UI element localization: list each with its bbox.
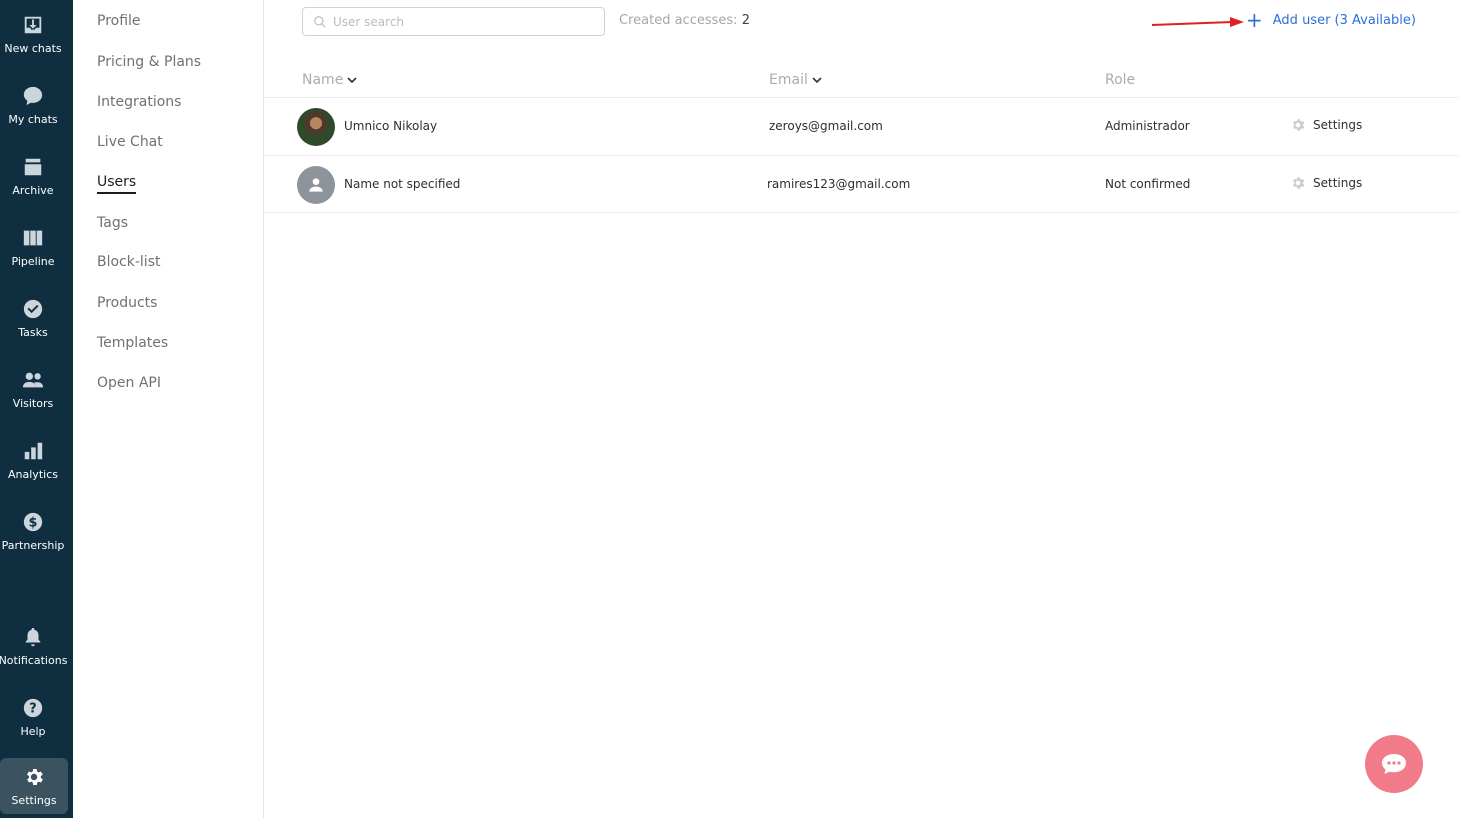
user-email: zeroys@gmail.com [769,119,883,133]
people-icon [22,369,44,391]
nav-item-integrations[interactable]: Integrations [97,94,181,110]
settings-label: Settings [1313,176,1363,190]
pipeline-columns-icon [22,227,44,249]
bar-chart-icon [22,440,44,462]
column-header-email[interactable]: Email [769,72,822,88]
table-row: Umnico Nikolay zeroys@gmail.com Administ… [264,97,1459,155]
column-header-role: Role [1105,72,1135,88]
rail-label: Partnership [1,539,65,552]
user-role: Administrador [1105,119,1190,133]
rail-item-settings[interactable]: Settings [0,758,68,814]
search-icon [314,15,326,28]
user-settings-button[interactable]: Settings [1290,175,1362,191]
user-search-input[interactable] [333,14,593,29]
column-header-label: Email [769,72,808,88]
created-accesses: Created accesses: 2 [619,13,750,28]
nav-item-users[interactable]: Users [97,174,137,194]
rail-item-my-chats[interactable]: My chats [0,77,66,135]
rail-item-partnership[interactable]: $ Partnership [0,503,66,561]
created-accesses-label: Created accesses: [619,13,738,28]
rail-label: Pipeline [11,255,55,268]
chat-dots-icon [1382,754,1406,774]
rail-label: Archive [12,184,54,197]
column-header-label: Role [1105,72,1136,88]
avatar [297,108,335,146]
add-user-button[interactable]: + Add user (3 Available) [1246,8,1416,32]
settings-nav: Profile Pricing & Plans Integrations Liv… [73,0,264,818]
nav-item-tags[interactable]: Tags [97,215,128,231]
plus-icon: + [1246,8,1263,32]
rail-label: Analytics [8,468,58,481]
rail-item-tasks[interactable]: Tasks [0,290,66,348]
nav-item-open-api[interactable]: Open API [97,375,161,391]
user-name: Name not specified [344,177,461,191]
bell-icon [22,626,44,648]
live-chat-widget-button[interactable] [1365,735,1423,793]
rail-label: Help [20,725,46,738]
nav-item-templates[interactable]: Templates [97,335,168,351]
gear-icon [23,766,45,788]
rail-label: Notifications [0,654,68,667]
add-user-label: Add user (3 Available) [1272,12,1416,28]
svg-text:$: $ [29,516,38,531]
nav-item-block-list[interactable]: Block-list [97,254,160,270]
user-role: Not confirmed [1105,177,1191,191]
settings-label: Settings [1313,118,1363,132]
users-panel: Created accesses: 2 + Add user (3 Availa… [264,0,1459,818]
rail-item-pipeline[interactable]: Pipeline [0,219,66,277]
nav-item-products[interactable]: Products [97,295,157,311]
chat-bubble-icon [22,85,44,107]
user-search-box [302,7,605,36]
chevron-down-icon [347,77,357,84]
svg-text:?: ? [29,702,36,717]
rail-item-visitors[interactable]: Visitors [0,361,66,419]
annotation-arrow-icon [1151,17,1244,27]
created-accesses-count: 2 [741,13,750,28]
nav-item-profile[interactable]: Profile [97,13,141,29]
gear-icon [1292,177,1305,189]
rail-label: New chats [4,42,62,55]
dollar-coin-icon: $ [22,511,44,533]
rail-label: Tasks [18,326,48,339]
archive-box-icon [22,156,44,178]
nav-item-pricing-plans[interactable]: Pricing & Plans [97,54,201,70]
gear-icon [1292,119,1305,131]
chevron-down-icon [812,77,822,84]
rail-label: Settings [11,794,57,807]
nav-item-live-chat[interactable]: Live Chat [97,134,163,150]
rail-label: My chats [8,113,58,126]
user-settings-button[interactable]: Settings [1290,117,1362,133]
rail-item-notifications[interactable]: Notifications [0,618,68,676]
column-header-label: Name [302,72,344,88]
user-name: Umnico Nikolay [344,119,438,133]
left-rail: New chats My chats Archive Pipeline Task… [0,0,73,818]
app-root: New chats My chats Archive Pipeline Task… [0,0,1459,818]
user-email: ramires123@gmail.com [767,177,911,191]
table-row: Name not specified ramires123@gmail.com … [264,155,1459,213]
check-circle-icon [22,298,44,320]
inbox-download-icon [22,14,44,36]
user-silhouette-icon [309,178,323,192]
rail-item-archive[interactable]: Archive [0,148,66,206]
column-header-name[interactable]: Name [302,72,357,88]
rail-label: Visitors [12,397,54,410]
avatar [297,166,335,204]
question-circle-icon: ? [22,697,44,719]
rail-item-analytics[interactable]: Analytics [0,432,66,490]
rail-item-help[interactable]: ? Help [0,689,66,747]
rail-item-new-chats[interactable]: New chats [0,6,66,64]
